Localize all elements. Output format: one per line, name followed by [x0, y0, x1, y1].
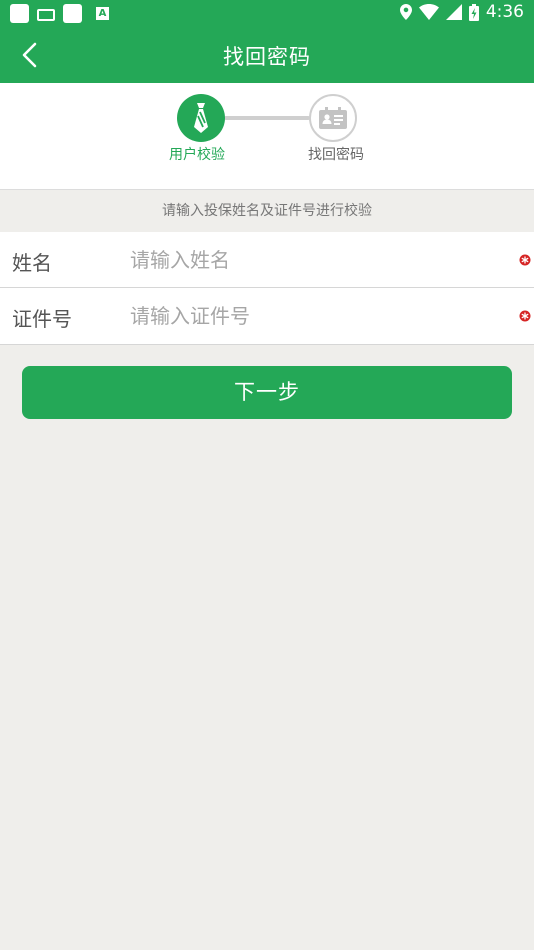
battery-charging-icon: [468, 3, 479, 21]
tie-icon: [194, 103, 208, 133]
next-step-button[interactable]: 下一步: [22, 366, 512, 419]
status-indicators: 4:36: [399, 2, 524, 22]
id-number-label: 证件号: [12, 307, 72, 331]
verification-form: 姓名 证件号: [0, 232, 534, 345]
location-icon: [399, 4, 412, 20]
notification-app-icon-2: [63, 4, 82, 23]
id-card-icon: [319, 107, 347, 129]
wifi-icon: [418, 4, 439, 20]
step-2-circle: [309, 94, 357, 142]
step-1-label: 用户校验: [169, 147, 225, 163]
name-label: 姓名: [12, 251, 52, 275]
instruction-text: 请输入投保姓名及证件号进行校验: [162, 203, 372, 219]
name-row: 姓名: [0, 232, 534, 288]
step-indicator: 用户校验 找回密码: [0, 83, 534, 190]
status-bar: A 4:36: [0, 0, 534, 27]
keyboard-icon: [37, 8, 55, 21]
step-connector: [224, 116, 310, 120]
required-icon: [519, 254, 531, 266]
signal-icon: [445, 4, 462, 20]
status-notifications: A: [10, 4, 109, 23]
notification-app-icon: [10, 4, 29, 23]
keyboard-letter-icon: A: [96, 7, 109, 20]
id-number-input[interactable]: [130, 298, 500, 334]
id-number-row: 证件号: [0, 288, 534, 344]
required-icon: [519, 310, 531, 322]
page-title: 找回密码: [223, 45, 311, 69]
app-bar: 找回密码: [0, 27, 534, 83]
step-1-circle: [177, 94, 225, 142]
name-input[interactable]: [130, 242, 500, 278]
step-2-label: 找回密码: [308, 147, 364, 163]
status-time: 4:36: [485, 2, 524, 22]
